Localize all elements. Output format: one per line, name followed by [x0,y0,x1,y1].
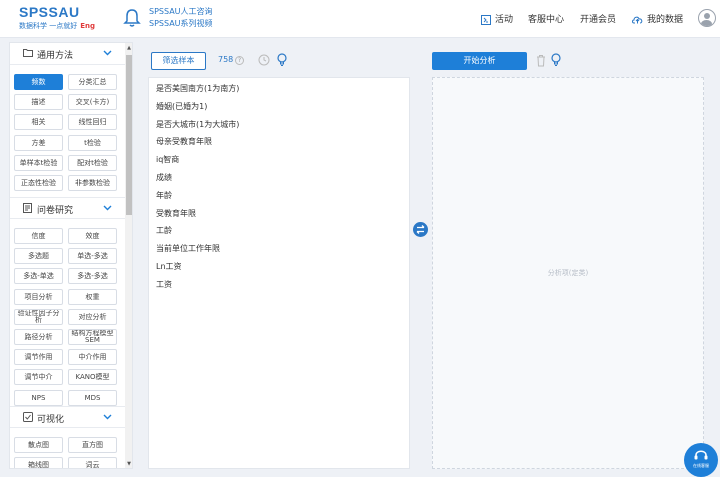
variable-item[interactable]: 工龄 [156,225,172,236]
method-button[interactable]: 交叉(卡方) [68,94,117,111]
method-button[interactable]: 单样本t检验 [14,154,63,171]
folder-icon [23,49,33,57]
start-analysis-button[interactable]: 开始分析 [432,52,527,70]
method-button[interactable]: 非参数检验 [68,175,117,191]
variable-item[interactable]: 婚姻(已婚为1) [156,101,207,112]
method-button[interactable]: 方差 [14,134,63,151]
method-button[interactable]: 正态性检验 [14,175,63,191]
cloud-upload-icon [632,16,643,24]
nav-service-center[interactable]: 客服中心 [528,12,564,25]
variable-item[interactable]: 工资 [156,279,172,290]
method-button[interactable]: 频数 [14,74,63,90]
variable-item[interactable]: 母亲受教育年限 [156,136,212,147]
method-button[interactable]: 中介作用 [68,349,117,366]
logo-slogan: 数据科学 一点就好 [19,22,78,30]
method-button[interactable]: t检验 [68,134,117,151]
method-button[interactable]: 项目分析 [14,288,63,305]
method-button[interactable]: 对应分析 [68,308,117,325]
method-button[interactable]: 结构方程模型SEM [68,329,117,345]
help-question-icon[interactable]: ? [235,56,244,65]
method-button[interactable]: 箱线图 [14,457,63,468]
headset-icon [694,450,708,460]
method-button[interactable]: 效度 [68,228,117,244]
scroll-up-arrow[interactable]: ▲ [126,45,132,51]
analysis-placeholder: 分析项(定类) [547,269,589,277]
swap-arrows-icon [416,225,425,234]
method-button[interactable]: 词云 [68,457,117,468]
trash-icon[interactable] [536,54,546,67]
variable-item[interactable]: 受教育年限 [156,208,196,219]
method-button[interactable]: MDS [68,389,117,406]
scroll-down-arrow[interactable]: ▼ [126,461,132,467]
nav-activity[interactable]: 活动 [481,12,513,25]
notice-link-video[interactable]: SPSSAU系列视频 [149,18,213,30]
swap-button[interactable] [413,222,428,237]
method-button[interactable]: 线性回归 [68,114,117,131]
brand-logo[interactable]: SPSSAU 数据科学 一点就好 Eng [19,5,95,31]
lightbulb-icon[interactable] [551,53,561,66]
chevron-down-icon [103,414,112,420]
method-button[interactable]: 描述 [14,94,63,111]
check-square-icon [23,412,33,422]
method-button[interactable]: 散点图 [14,437,63,453]
chevron-down-icon [103,50,112,56]
variable-item[interactable]: 年龄 [156,190,172,201]
filter-samples-button[interactable]: 筛选样本 [151,52,206,70]
section-header-visualization[interactable]: 可视化 [10,406,125,428]
method-button[interactable]: 分类汇总 [68,74,117,90]
method-button[interactable]: 信度 [14,228,63,244]
scrollbar-thumb[interactable] [126,55,132,215]
method-button[interactable]: 多选题 [14,248,63,265]
method-button[interactable]: 相关 [14,114,63,131]
variable-item[interactable]: 成绩 [156,172,172,183]
method-button[interactable]: 调节中介 [14,369,63,386]
logo-text: SPSSAU [19,4,80,20]
chevron-down-icon [103,205,112,211]
method-button[interactable]: 多选-单选 [14,268,63,285]
document-icon [23,203,32,213]
method-button[interactable]: 路径分析 [14,329,63,345]
variable-item[interactable]: 是否大城市(1为大城市) [156,119,239,130]
online-support-button[interactable]: 在线客服 [684,443,718,477]
method-button[interactable]: KANO模型 [68,369,117,386]
user-avatar[interactable] [698,9,716,27]
notice-link-consult[interactable]: SPSSAU人工咨询 [149,6,213,18]
variable-item[interactable]: Ln工资 [156,261,182,272]
method-button[interactable]: 验证性因子分析 [14,308,63,325]
variable-item[interactable]: 当前单位工作年限 [156,243,220,254]
top-header: SPSSAU 数据科学 一点就好 Eng SPSSAU人工咨询 SPSSAU系列视… [0,0,720,38]
section-header-questionnaire[interactable]: 问卷研究 [10,197,125,219]
method-sidebar: 通用方法 频数 分类汇总 描述 交叉(卡方) 相关 线性回归 方差 t检验 单样本t检验 配对t检… [9,42,133,469]
method-button[interactable]: 权重 [68,288,117,305]
variable-item[interactable]: iq智商 [156,154,179,165]
variable-item[interactable]: 是否美国南方(1为南方) [156,83,239,94]
method-button[interactable]: 调节作用 [14,349,63,366]
notice-links: SPSSAU人工咨询 SPSSAU系列视频 [149,6,213,30]
nav-membership[interactable]: 开通会员 [580,12,616,25]
sample-count: 758 [218,55,234,64]
logo-tag[interactable]: Eng [80,22,95,30]
support-label: 在线客服 [693,463,709,468]
variable-list: 是否美国南方(1为南方) 婚姻(已婚为1) 是否大城市(1为大城市) 母亲受教育年限 i… [148,77,410,469]
method-button[interactable]: 配对t检验 [68,154,117,171]
nav-my-data[interactable]: 我的数据 [632,12,683,25]
method-button[interactable]: 单选-多选 [68,248,117,265]
analysis-drop-zone[interactable]: 分析项(定类) [432,77,704,469]
lightbulb-icon[interactable] [277,53,287,66]
method-button[interactable]: NPS [14,389,63,406]
section-header-general[interactable]: 通用方法 [10,43,125,65]
history-icon[interactable] [258,54,270,66]
method-button[interactable]: 多选-多选 [68,268,117,285]
method-button[interactable]: 直方图 [68,437,117,453]
bell-icon[interactable] [123,8,141,28]
activity-icon [481,14,491,25]
